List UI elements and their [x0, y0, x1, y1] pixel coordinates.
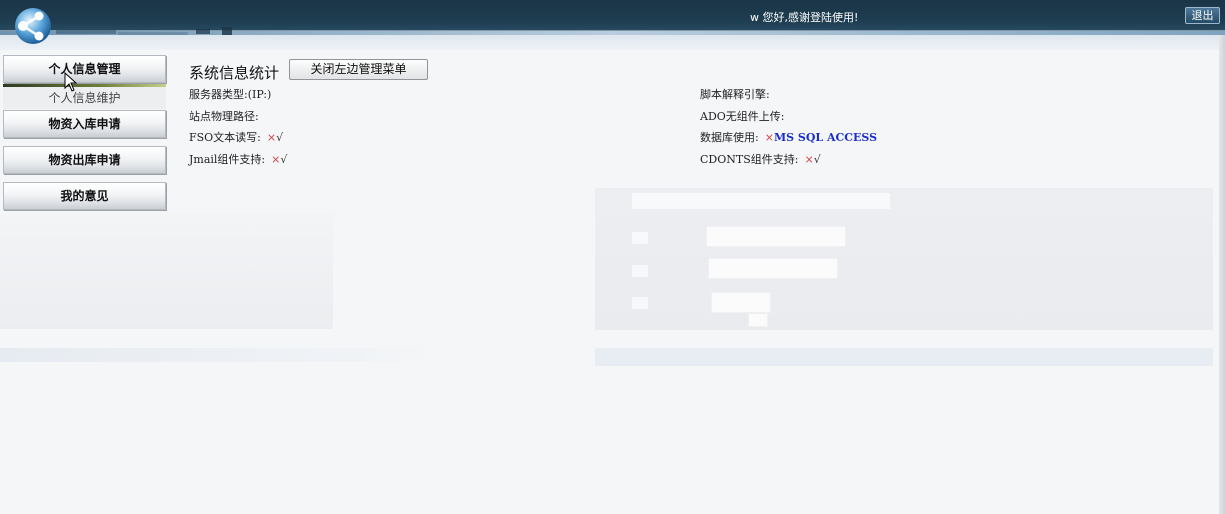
site-path-label: 站点物理路径:: [189, 110, 259, 123]
db-value: MS SQL ACCESS: [773, 131, 878, 144]
faded-label: [632, 265, 648, 277]
script-engine-label: 脚本解释引擎:: [700, 88, 770, 101]
jmail-check-mark: √: [280, 153, 288, 166]
db-row: 数据库使用: ×MS SQL ACCESS: [700, 129, 877, 145]
cdonts-cross-mark: ×: [804, 153, 814, 166]
ado-upload-label: ADO无组件上传:: [700, 110, 785, 123]
nav-item-personal-info[interactable]: 个人信息管理: [3, 55, 166, 83]
logout-button[interactable]: 退出: [1185, 7, 1220, 24]
cdonts-row: CDONTS组件支持: ×√: [700, 151, 821, 167]
db-cross-mark: ×: [764, 131, 774, 144]
cdonts-label: CDONTS组件支持:: [700, 153, 799, 166]
faded-strip-right: [595, 348, 1213, 366]
jmail-row: Jmail组件支持: ×√: [189, 151, 287, 167]
page-title: 系统信息统计: [189, 64, 280, 82]
nav-item-outbound-request[interactable]: 物资出库申请: [3, 146, 166, 174]
faded-login-panel: [595, 188, 1213, 330]
fso-cross-mark: ×: [266, 131, 277, 144]
welcome-text: w 您好,感谢登陆使用!: [750, 11, 859, 24]
nav-item-my-feedback[interactable]: 我的意见: [3, 182, 166, 210]
left-nav: 个人信息管理 个人信息维护 物资入库申请 物资出库申请 我的意见: [0, 55, 168, 215]
faded-label: [632, 297, 648, 309]
jmail-label: Jmail组件支持:: [189, 153, 266, 166]
db-label: 数据库使用:: [700, 131, 759, 144]
faded-input: [748, 313, 768, 327]
jmail-cross-mark: ×: [271, 153, 281, 166]
faded-panel-left: [0, 214, 333, 329]
logo-icon: [15, 8, 51, 44]
logo-text-smudge: [56, 27, 232, 35]
cdonts-check-mark: √: [813, 153, 821, 166]
fso-row: FSO文本读写: ×√: [189, 129, 283, 145]
close-left-menu-button[interactable]: 关闭左边管理菜单: [289, 59, 428, 80]
ado-upload-row: ADO无组件上传:: [700, 108, 785, 124]
faded-strip-left: [0, 348, 440, 362]
mouse-cursor-icon: [64, 72, 78, 92]
site-path-row: 站点物理路径:: [189, 108, 259, 124]
top-header: w 您好,感谢登陆使用! 退出: [0, 0, 1225, 50]
nav-item-inbound-request[interactable]: 物资入库申请: [3, 110, 166, 138]
server-type-row: 服务器类型:(IP:): [189, 86, 271, 102]
nav-subitem-personal-info-maintain[interactable]: 个人信息维护: [3, 87, 166, 109]
faded-panel-title: [632, 193, 890, 209]
faded-input: [708, 258, 838, 279]
server-type-label: 服务器类型:(IP:): [189, 88, 272, 101]
fso-label: FSO文本读写:: [189, 131, 261, 144]
faded-input: [711, 292, 771, 313]
faded-input: [706, 226, 846, 247]
script-engine-row: 脚本解释引擎:: [700, 86, 770, 102]
fso-check-mark: √: [276, 131, 284, 144]
right-edge-scroll-gutter: [1219, 35, 1225, 514]
faded-label: [632, 232, 648, 244]
